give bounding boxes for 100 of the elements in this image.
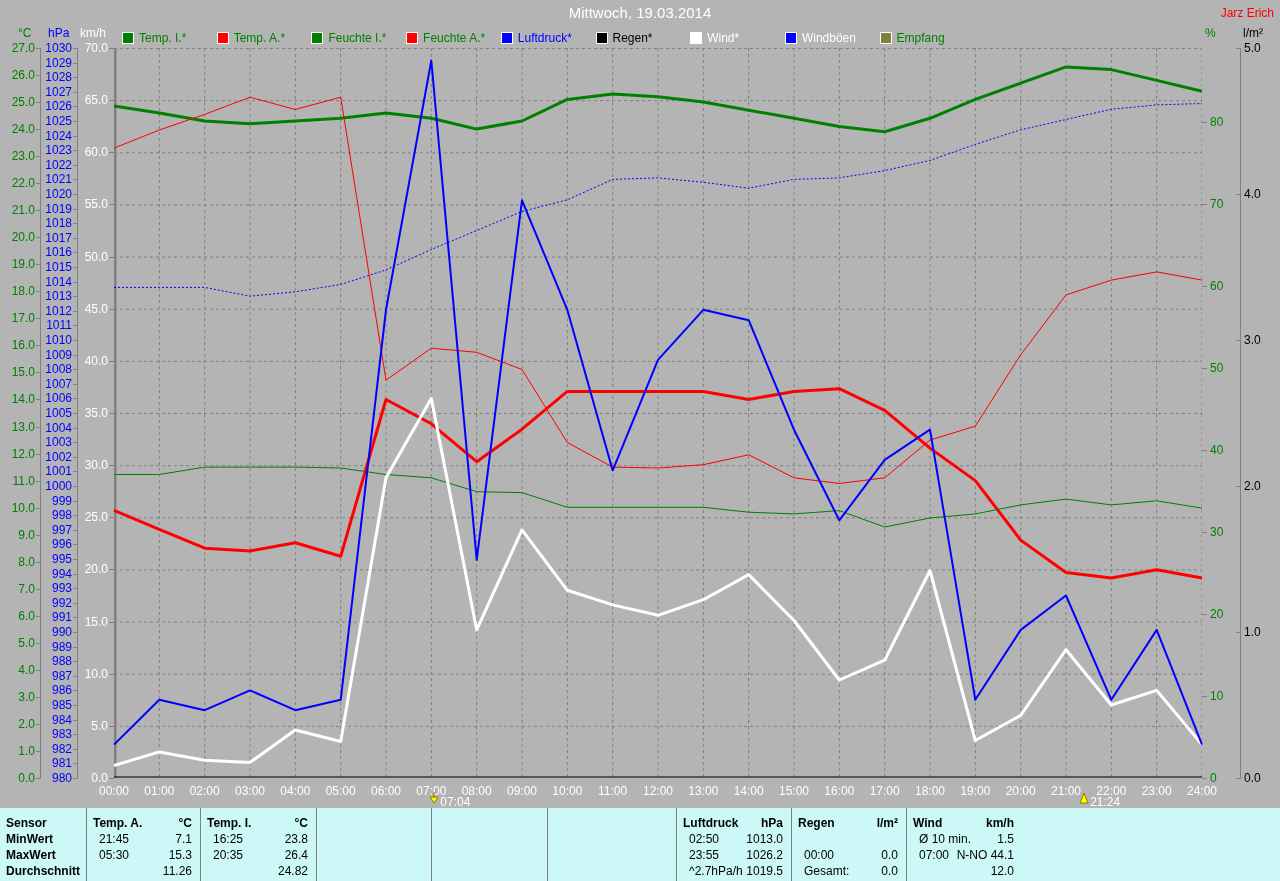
axis-label: 4.0 (18, 662, 35, 677)
axis-label: 10.0 (84, 666, 108, 681)
row-label: Durchschnitt (6, 863, 81, 879)
axis-label: 1011 (46, 318, 72, 333)
axis-label: 3.0 (1244, 333, 1261, 347)
axis-label: 987 (51, 668, 72, 683)
axis-label: 45.0 (84, 301, 108, 316)
unit-label: km/h (986, 815, 1014, 831)
axis-label: 1021 (45, 172, 72, 187)
axis-label: 30.0 (84, 458, 108, 473)
axis-label: 1025 (45, 114, 72, 128)
table-cell: N-NO 44.1 (956, 847, 1014, 863)
table-cell: 1026.2 (746, 847, 783, 863)
axis-label: 1023 (45, 143, 72, 158)
axis-label: 7.0 (18, 581, 35, 596)
legend-label: Regen* (612, 30, 653, 47)
unit-label: °C (178, 815, 192, 831)
x-axis-label: 23:00 (1140, 784, 1173, 798)
axis-label: 65.0 (84, 93, 108, 108)
axis-label: 19.0 (11, 257, 35, 272)
x-axis-label: 00:00 (98, 784, 130, 798)
axis-label: 70.0 (84, 41, 108, 55)
x-axis-label: 01:00 (143, 784, 176, 798)
axis-label: 1019 (45, 201, 72, 216)
axis-label: 1004 (45, 420, 72, 435)
axis-label: 30 (1210, 524, 1224, 539)
table-cell-text: 00:00 (803, 847, 835, 863)
axis-label: 2.0 (1244, 479, 1261, 493)
axis-label: 1029 (45, 55, 72, 70)
axis-label: 18.0 (11, 284, 35, 299)
axis-label: 0 (1210, 771, 1217, 785)
x-axis-label: 06:00 (370, 784, 402, 798)
column-header: Temp. I. (207, 815, 252, 831)
axis-label: 23.0 (11, 149, 35, 164)
axis-label: 40.0 (84, 353, 108, 368)
x-axis-label: 20:00 (1004, 784, 1037, 798)
axis-label: 5.0 (1244, 41, 1261, 55)
axis-label: 24.0 (11, 122, 35, 137)
axis-label: 60.0 (84, 145, 108, 160)
x-axis-label: 24:00 (1186, 784, 1218, 798)
table-cell-text: ^2.7hPa/h (688, 863, 743, 879)
x-axis-label: 15:00 (778, 784, 810, 798)
x-axis-label: 21:00 (1050, 784, 1082, 798)
legend-label: Luftdruck* (517, 30, 572, 47)
axis-unit: l/m² (1243, 27, 1263, 40)
table-cell-text: 05:30 (98, 847, 130, 863)
table-cell-text: 20:35 (212, 847, 244, 863)
axis-label: 17.0 (11, 311, 35, 326)
table-cell: 0.0 (881, 847, 898, 863)
axis-label: 1005 (45, 406, 72, 420)
axis-label: 0.0 (1244, 771, 1261, 785)
axis-label: 70 (1210, 196, 1224, 211)
x-axis-label: 12:00 (642, 784, 674, 798)
axis-label: 40 (1210, 442, 1224, 457)
legend-label: Wind* (707, 30, 740, 47)
axis-label: 986 (51, 683, 72, 698)
legend-label: Temp. A.* (233, 30, 286, 47)
axis-label: 1017 (45, 230, 72, 245)
column-header: Regen (798, 815, 835, 831)
axis-label: 1.0 (1244, 625, 1261, 639)
x-axis-label: 07:00 (415, 784, 447, 798)
axis-label: 993 (51, 581, 72, 596)
axis-unit: hPa (48, 27, 70, 40)
x-axis-label: 14:00 (732, 784, 765, 798)
axis-label: 0.0 (91, 771, 108, 785)
axis-label: 991 (51, 610, 72, 625)
axis-label: 13.0 (11, 419, 35, 434)
axis-label: 1006 (45, 391, 72, 406)
column-header: Temp. A. (93, 815, 143, 831)
table-cell: 1019.5 (746, 863, 783, 879)
axis-label: 15.0 (11, 365, 35, 380)
axis-label: 50 (1210, 360, 1224, 375)
axis-label: 1000 (45, 479, 72, 493)
x-axis-label: 11:00 (597, 784, 629, 798)
table-cell-text: 23:55 (688, 847, 720, 863)
legend-label: Windböen (801, 30, 856, 47)
axis-label: 988 (51, 654, 72, 669)
axis-label: 2.0 (18, 716, 35, 731)
axis-label: 994 (51, 566, 72, 581)
axis-unit: % (1205, 27, 1216, 40)
table-cell: 23.8 (284, 831, 308, 847)
axis-label: 1024 (45, 128, 72, 143)
axis-label: 12.0 (11, 446, 35, 461)
axis-label: 989 (51, 639, 72, 654)
legend-label: Temp. I.* (139, 30, 187, 47)
axis-label: 5.0 (91, 718, 108, 733)
axis-unit: km/h (80, 27, 106, 40)
table-cell: 15.3 (168, 847, 192, 863)
axis-label: 20 (1210, 606, 1224, 621)
axis-label: 1013 (45, 289, 72, 304)
axis-label: 1016 (45, 245, 72, 260)
marker-time: 07:04 (440, 795, 471, 809)
axis-label: 1003 (45, 435, 72, 450)
axis-label: 984 (51, 712, 72, 727)
unit-label: °C (294, 815, 308, 831)
column-header: Wind (913, 815, 943, 831)
axis-label: 50.0 (84, 249, 108, 264)
table-cell: 1013.0 (746, 831, 783, 847)
axis-label: 1026 (45, 99, 72, 114)
axis-label: 999 (51, 493, 72, 508)
